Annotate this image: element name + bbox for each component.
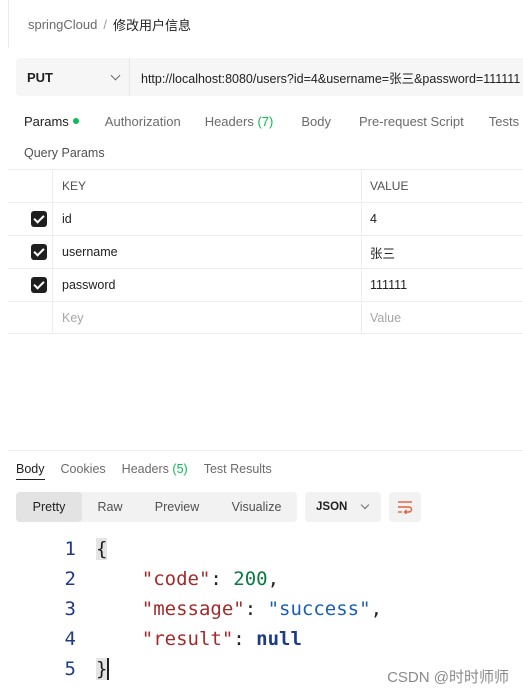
watermark: CSDN @时时师师	[387, 669, 509, 686]
query-params-table: KEY VALUE id 4 username 张三 password 1111…	[8, 169, 523, 334]
response-tabs: Body Cookies Headers (5) Test Results	[16, 459, 272, 479]
format-select[interactable]: JSON	[305, 492, 381, 522]
line-number: 4	[64, 628, 76, 650]
text-cursor	[107, 658, 110, 681]
resp-tab-headers-label: Headers	[121, 462, 169, 476]
active-tab-underline	[16, 479, 45, 480]
json-key: "code"	[141, 568, 211, 590]
code-line: 1 {	[0, 534, 523, 564]
request-tabs: Params Authorization Headers (7) Body Pr…	[24, 108, 519, 134]
view-pretty[interactable]: Pretty	[16, 492, 82, 522]
tab-headers-label: Headers	[204, 113, 254, 129]
param-key-cell[interactable]: id	[53, 203, 362, 235]
table-row: id 4	[8, 202, 523, 235]
tab-authorization[interactable]: Authorization	[105, 114, 181, 129]
breadcrumb-collection-link[interactable]: springCloud	[28, 17, 97, 32]
chevron-down-icon	[110, 70, 121, 80]
line-number: 2	[64, 568, 76, 590]
chevron-down-icon	[360, 500, 370, 510]
request-name[interactable]: 修改用户信息	[113, 15, 191, 34]
resp-tab-test-results[interactable]: Test Results	[204, 462, 272, 476]
json-key: "result"	[141, 628, 234, 650]
resp-tab-headers[interactable]: Headers (5)	[122, 462, 188, 476]
tab-headers-count: (7)	[257, 113, 274, 129]
breadcrumb-separator: /	[103, 16, 107, 32]
open-brace: {	[96, 538, 108, 560]
value-column-header: VALUE	[370, 179, 409, 193]
key-column-header: KEY	[53, 170, 362, 202]
new-param-row: Key Value	[8, 301, 523, 334]
format-label: JSON	[316, 501, 348, 513]
wrap-lines-icon	[398, 501, 413, 514]
param-value-cell[interactable]: 张三	[362, 236, 523, 268]
params-active-dot	[72, 118, 79, 125]
param-checkbox[interactable]	[31, 244, 47, 260]
url-input[interactable]: http://localhost:8080/users?id=4&usernam…	[130, 58, 523, 96]
param-checkbox[interactable]	[31, 211, 47, 227]
method-select[interactable]: PUT	[16, 58, 130, 96]
tab-params[interactable]: Params	[24, 114, 79, 129]
query-params-title: Query Params	[24, 146, 105, 160]
view-raw[interactable]: Raw	[82, 492, 138, 522]
close-brace: }	[96, 657, 108, 680]
method-label: PUT	[27, 69, 53, 85]
view-visualize[interactable]: Visualize	[216, 492, 297, 522]
resp-tab-body[interactable]: Body	[16, 462, 45, 476]
code-line: 3 "message": "success",	[0, 594, 523, 624]
response-divider	[8, 450, 523, 451]
table-row: username 张三	[8, 235, 523, 268]
line-number: 5	[64, 658, 76, 680]
param-checkbox[interactable]	[31, 277, 47, 293]
header-check-cell	[8, 170, 53, 202]
resp-headers-count: (5)	[172, 462, 188, 476]
param-key-cell[interactable]: username	[53, 236, 362, 268]
view-mode-toggle: Pretty Raw Preview Visualize	[16, 492, 297, 522]
json-null-value: null	[256, 628, 302, 650]
tab-body[interactable]: Body	[301, 114, 331, 129]
code-line: 2 "code": 200,	[0, 564, 523, 594]
tab-tests[interactable]: Tests	[489, 114, 519, 129]
view-preview[interactable]: Preview	[138, 492, 216, 522]
tab-pre-request-script[interactable]: Pre-request Script	[359, 114, 464, 129]
url-bar: PUT http://localhost:8080/users?id=4&use…	[16, 58, 523, 96]
param-value-cell[interactable]: 4	[362, 203, 523, 235]
resp-tab-cookies[interactable]: Cookies	[61, 462, 106, 476]
code-line: 4 "result": null	[0, 624, 523, 654]
json-key: "message"	[141, 598, 245, 620]
param-key-cell[interactable]: password	[53, 269, 362, 301]
wrap-lines-button[interactable]	[389, 492, 421, 522]
response-body-editor[interactable]: 1 { 2 "code": 200, 3 "message": "success…	[0, 534, 523, 684]
json-number-value: 200	[233, 568, 268, 590]
table-header-row: KEY VALUE	[8, 169, 523, 202]
line-number: 1	[64, 538, 76, 560]
table-row: password 111111	[8, 268, 523, 301]
breadcrumb: springCloud / 修改用户信息	[8, 0, 191, 48]
new-key-input[interactable]: Key	[53, 302, 362, 333]
new-value-input[interactable]: Value	[362, 302, 523, 333]
tab-params-label: Params	[24, 113, 69, 129]
tab-headers[interactable]: Headers (7)	[205, 114, 274, 129]
json-string-value: "success"	[267, 598, 371, 620]
param-value-cell[interactable]: 111111	[362, 269, 523, 301]
line-number: 3	[64, 598, 76, 620]
